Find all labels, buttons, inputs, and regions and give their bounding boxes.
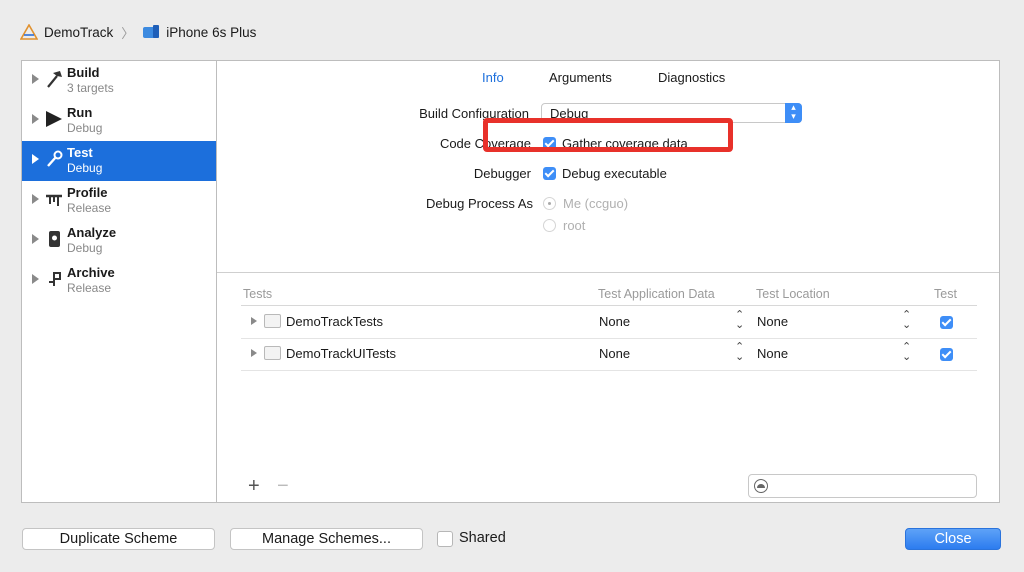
remove-test-button[interactable]: −: [277, 475, 289, 498]
close-button[interactable]: Close: [905, 528, 1001, 550]
sidebar-item-title: Run: [67, 105, 93, 120]
analyze-icon: [49, 231, 60, 247]
test-enabled-checkbox[interactable]: [940, 348, 953, 361]
disclosure-triangle-icon[interactable]: [32, 274, 39, 284]
column-header-tests[interactable]: Tests: [243, 287, 272, 301]
location-value[interactable]: None: [757, 346, 788, 361]
sidebar-item-subtitle: 3 targets: [67, 81, 114, 95]
sidebar-item-subtitle: Debug: [67, 241, 103, 255]
test-bundle-icon: [264, 346, 281, 360]
disclosure-triangle-icon[interactable]: [251, 349, 257, 357]
test-name: DemoTrackUITests: [286, 346, 397, 361]
tab-info[interactable]: Info: [482, 70, 504, 85]
stepper-arrows-icon[interactable]: ⌃ ⌃: [902, 310, 911, 330]
sidebar-item-subtitle: Debug: [67, 121, 103, 135]
sidebar-item-profile[interactable]: Profile Release: [22, 181, 216, 221]
tab-diagnostics[interactable]: Diagnostics: [658, 70, 725, 85]
sidebar-item-test[interactable]: Test Debug: [22, 141, 216, 181]
disclosure-triangle-icon[interactable]: [32, 194, 39, 204]
debug-executable-text: Debug executable: [562, 166, 667, 181]
sidebar-item-subtitle: Release: [67, 281, 112, 295]
duplicate-scheme-button[interactable]: Duplicate Scheme: [22, 528, 215, 550]
debug-process-me-text: Me (ccguo): [563, 196, 629, 211]
sidebar-item-title: Archive: [67, 265, 115, 280]
stepper-arrows-icon[interactable]: ⌃ ⌃: [902, 342, 911, 362]
column-header-test[interactable]: Test: [934, 287, 957, 301]
device-icon: [143, 25, 160, 38]
disclosure-triangle-icon[interactable]: [251, 317, 257, 325]
manage-schemes-button[interactable]: Manage Schemes...: [230, 528, 423, 550]
sidebar: Build 3 targets Run Debug Test Debug Pro…: [22, 61, 217, 502]
sidebar-item-title: Build: [67, 65, 100, 80]
sidebar-item-subtitle: Debug: [67, 161, 103, 175]
project-icon: [20, 24, 38, 40]
tab-bar: Info Arguments Diagnostics: [217, 61, 999, 95]
debugger-label: Debugger: [473, 166, 531, 181]
disclosure-triangle-icon[interactable]: [32, 154, 39, 164]
debug-process-root-radio[interactable]: [543, 219, 556, 232]
sidebar-item-build[interactable]: Build 3 targets: [22, 61, 216, 101]
sidebar-item-archive[interactable]: Archive Release: [22, 261, 216, 301]
tests-table: Tests Test Application Data Test Locatio…: [217, 273, 999, 502]
tab-arguments[interactable]: Arguments: [549, 70, 612, 85]
app-data-value[interactable]: None: [599, 314, 630, 329]
test-enabled-checkbox[interactable]: [940, 316, 953, 329]
test-action-pane: Info Arguments Diagnostics Build Configu…: [217, 61, 999, 502]
filter-field[interactable]: [748, 474, 977, 498]
sidebar-item-subtitle: Release: [67, 201, 112, 215]
sidebar-item-run[interactable]: Run Debug: [22, 101, 216, 141]
breadcrumb: DemoTrack 〉 iPhone 6s Plus: [20, 22, 256, 42]
test-name: DemoTrackTests: [286, 314, 384, 329]
location-value[interactable]: None: [757, 314, 788, 329]
breadcrumb-project[interactable]: DemoTrack: [44, 25, 113, 40]
disclosure-triangle-icon[interactable]: [32, 74, 39, 84]
info-settings: Build Configuration Debug ▴ ▾ Code Covera…: [217, 94, 999, 273]
disclosure-triangle-icon[interactable]: [32, 234, 39, 244]
scheme-editor: Build 3 targets Run Debug Test Debug Pro…: [21, 60, 1000, 503]
hammer-icon: [47, 71, 62, 88]
sidebar-item-title: Profile: [67, 185, 108, 200]
gauge-icon: [46, 194, 62, 206]
stepper-arrows-icon[interactable]: ⌃ ⌃: [735, 342, 744, 362]
disclosure-triangle-icon[interactable]: [32, 114, 39, 124]
sidebar-item-title: Analyze: [67, 225, 117, 240]
debug-executable-checkbox[interactable]: [543, 167, 556, 180]
archive-icon: [49, 272, 61, 286]
debug-process-as-label: Debug Process As: [426, 196, 533, 211]
sidebar-item-title: Test: [67, 145, 93, 160]
shared-label: Shared: [459, 530, 506, 546]
column-header-location[interactable]: Test Location: [756, 287, 830, 301]
table-row[interactable]: DemoTrackUITests None ⌃ ⌃ None ⌃ ⌃: [241, 338, 977, 371]
table-row[interactable]: DemoTrackTests None ⌃ ⌃ None ⌃ ⌃: [241, 306, 977, 339]
code-coverage-highlight: [483, 118, 733, 152]
test-bundle-icon: [264, 314, 281, 328]
play-icon: [46, 111, 62, 127]
chevron-right-icon: 〉: [121, 25, 135, 41]
wrench-icon: [47, 150, 63, 167]
filter-icon: [754, 479, 768, 493]
stepper-arrows-icon[interactable]: ⌃ ⌃: [735, 310, 744, 330]
sidebar-item-analyze[interactable]: Analyze Debug: [22, 221, 216, 261]
debug-process-me-radio[interactable]: [543, 197, 556, 210]
app-data-value[interactable]: None: [599, 346, 630, 361]
popup-arrows-icon: ▴ ▾: [785, 103, 802, 123]
add-test-button[interactable]: +: [248, 475, 260, 498]
debug-process-root-text: root: [563, 218, 586, 233]
shared-checkbox[interactable]: [437, 531, 453, 547]
column-header-app-data[interactable]: Test Application Data: [598, 287, 715, 301]
breadcrumb-device[interactable]: iPhone 6s Plus: [166, 25, 256, 40]
